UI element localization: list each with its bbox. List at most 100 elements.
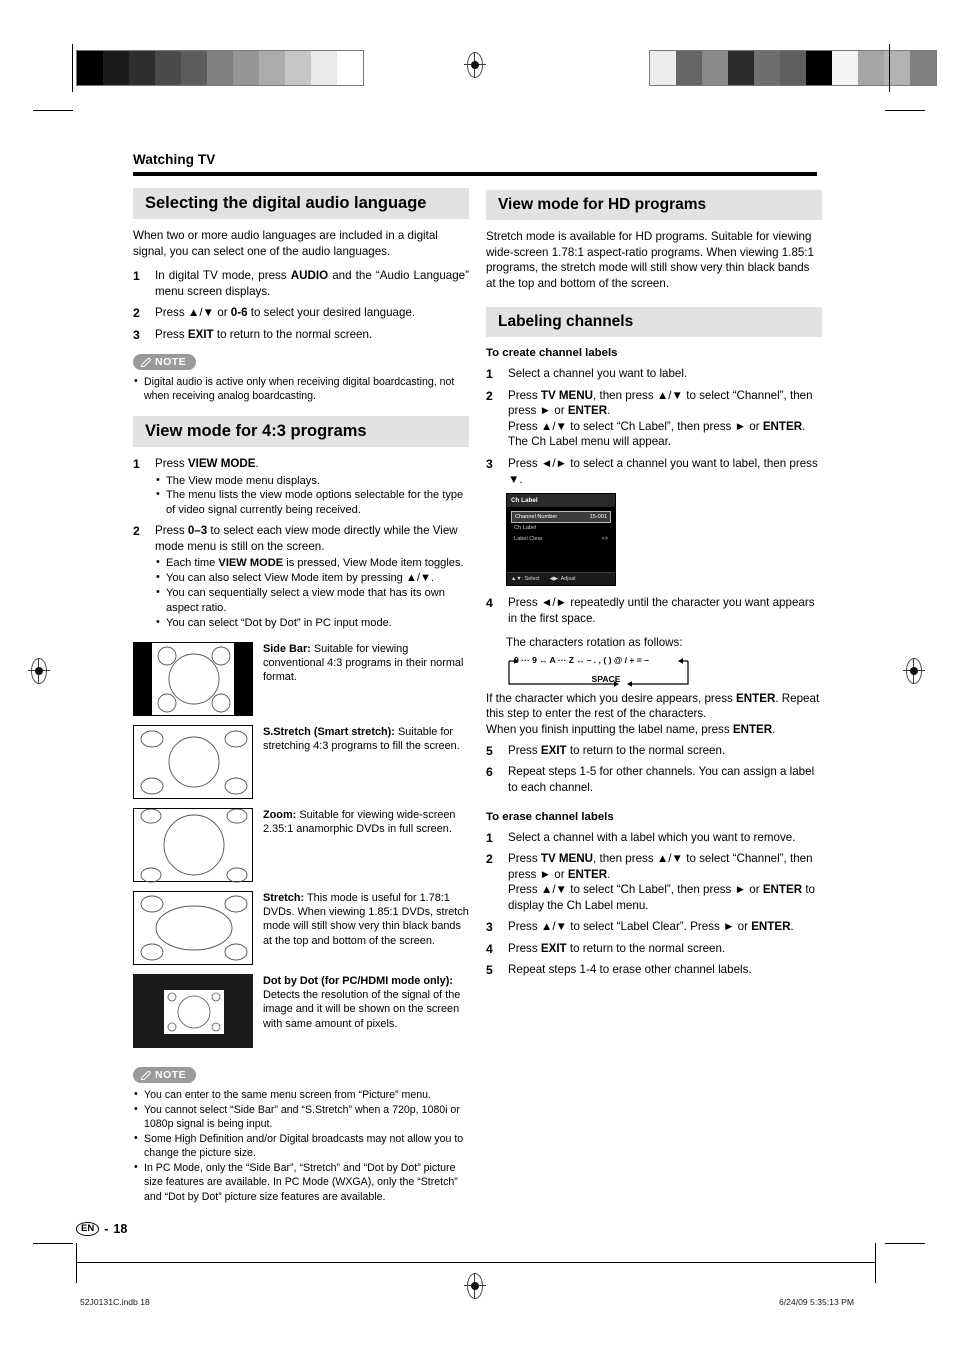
osd-spacer	[511, 544, 611, 570]
running-head-block: Watching TV	[133, 152, 817, 176]
osd-row-label: Ch Label	[514, 525, 537, 532]
figure-caption: Zoom: Suitable for viewing wide-screen 2…	[263, 808, 469, 882]
calibration-swatch	[207, 51, 233, 85]
audio-language-notes: Digital audio is active only when receiv…	[133, 374, 469, 403]
view-mode-notes: You can enter to the same menu screen fr…	[133, 1087, 469, 1204]
section-heading-audio-language: Selecting the digital audio language	[133, 188, 469, 220]
step-item: 1 In digital TV mode, press AUDIO and th…	[133, 268, 469, 299]
step-text: Press ▲/▼ to select “Label Clear”. Press…	[508, 920, 794, 934]
step-number: 4	[486, 941, 493, 956]
osd-row-value: 15-001	[589, 514, 607, 521]
header-rule	[133, 172, 817, 176]
create-label-steps-5-6: 5 Press EXIT to return to the normal scr…	[486, 743, 822, 796]
registration-target-top	[464, 52, 486, 78]
calibration-swatch	[233, 51, 259, 85]
note-item: You can enter to the same menu screen fr…	[133, 1087, 469, 1102]
osd-title: Ch Label	[507, 494, 615, 508]
step-item: 4 Press EXIT to return to the normal scr…	[486, 941, 822, 957]
step-number: 3	[486, 920, 493, 935]
view-mode-row-s-stretch: S.Stretch (Smart stretch): Suitable for …	[133, 725, 469, 799]
calibration-swatch	[285, 51, 311, 85]
step-text: Press ◄/► to select a channel you want t…	[508, 457, 818, 486]
osd-hint-adjust: ◀▶: Adjust	[550, 576, 576, 582]
crop-tick-left	[72, 44, 73, 92]
step-number: 3	[133, 327, 140, 342]
calibration-swatch	[129, 51, 155, 85]
calibration-swatch	[806, 51, 832, 85]
view-mode-steps: 1 Press VIEW MODE. The View mode menu di…	[133, 456, 469, 630]
step-item: 3 Press ▲/▼ to select “Label Clear”. Pre…	[486, 919, 822, 935]
step-item: 3 Press EXIT to return to the normal scr…	[133, 327, 469, 343]
figure-side-bar	[133, 642, 253, 716]
screen-illustration	[133, 642, 253, 716]
figure-caption: Stretch: This mode is useful for 1.78:1 …	[263, 891, 469, 965]
step-text: Repeat steps 1-5 for other channels. You…	[508, 765, 815, 794]
registration-target-bottom	[464, 1273, 486, 1299]
step-text: Select a channel you want to label.	[508, 367, 688, 381]
step-text: Press ◄/► repeatedly until the character…	[508, 596, 815, 625]
osd-row-label-clear[interactable]: Label Clear >>	[511, 534, 611, 544]
view-mode-row-dot-by-dot: Dot by Dot (for PC/HDMI mode only): Dete…	[133, 974, 469, 1048]
osd-row-label: Label Clear	[514, 535, 543, 542]
step-item: 1 Press VIEW MODE. The View mode menu di…	[133, 456, 469, 517]
step-text: Press TV MENU, then press ▲/▼ to select …	[508, 852, 815, 912]
leftright-arrow-icon: ◀▶	[549, 576, 558, 583]
footer-timestamp: 6/24/09 5:35:13 PM	[779, 1297, 855, 1307]
bullet-item: The menu lists the view mode options sel…	[155, 487, 469, 517]
figure-s-stretch	[133, 725, 253, 799]
subsection-title-create: To create channel labels	[486, 347, 618, 360]
step-text: In digital TV mode, press AUDIO and the …	[155, 269, 469, 298]
osd-row-ch-label[interactable]: Ch Label	[511, 523, 611, 533]
page-footer: EN - 18	[76, 1222, 127, 1236]
calibration-swatch	[884, 51, 910, 85]
figure-title: Zoom:	[263, 809, 297, 821]
figure-caption: Side Bar: Suitable for viewing conventio…	[263, 642, 469, 716]
crop-tick-right	[889, 44, 890, 92]
crop-mark-top-left	[33, 110, 73, 112]
step-number: 3	[486, 457, 493, 471]
osd-hint-text: : Adjust	[557, 576, 576, 583]
step-number: 1	[486, 830, 493, 845]
subsection-title-erase: To erase channel labels	[486, 810, 614, 823]
step-text: Press ▲/▼ or 0-6 to select your desired …	[155, 306, 416, 320]
calibration-swatch	[858, 51, 884, 85]
osd-row-value: >>	[601, 535, 608, 542]
figure-description: Detects the resolution of the signal of …	[263, 989, 461, 1030]
ch-label-osd: Ch Label Channel Number 15-001 Ch Label …	[506, 493, 616, 587]
calibration-swatch	[181, 51, 207, 85]
step-text: Press EXIT to return to the normal scree…	[508, 941, 726, 955]
footer-rule	[76, 1262, 876, 1263]
calibration-swatch	[754, 51, 780, 85]
osd-row-channel-number[interactable]: Channel Number 15-001	[511, 511, 611, 524]
after-rotation-text: If the character which you desire appear…	[486, 691, 820, 736]
calibration-bar-left	[76, 50, 364, 86]
figure-title: S.Stretch (Smart stretch):	[263, 726, 395, 738]
pencil-icon	[140, 1070, 151, 1080]
manual-page: Watching TV Selecting the digital audio …	[0, 0, 954, 1350]
bullet-item: You can select “Dot by Dot” in PC input …	[155, 615, 469, 630]
step-number: 5	[486, 743, 493, 758]
calibration-swatch	[702, 51, 728, 85]
page-number: 18	[113, 1222, 128, 1236]
registration-target-right	[903, 658, 925, 684]
calibration-bar-right	[649, 50, 937, 86]
section-heading-view-mode-hd: View mode for HD programs	[486, 190, 822, 221]
note-item: You cannot select “Side Bar” and “S.Stre…	[133, 1102, 469, 1131]
step-item: 2 Press TV MENU, then press ▲/▼ to selec…	[486, 388, 822, 450]
step-number: 2	[486, 388, 493, 403]
calibration-swatch	[832, 51, 858, 85]
calibration-swatch	[103, 51, 129, 85]
registration-target-left	[28, 658, 50, 684]
step-number: 4	[486, 596, 493, 611]
hd-programs-body: Stretch mode is available for HD program…	[486, 230, 815, 290]
crop-mark-bottom-right	[885, 1243, 925, 1245]
step-item: 4 Press ◄/► repeatedly until the charact…	[486, 595, 822, 626]
step-item: 5 Repeat steps 1-4 to erase other channe…	[486, 962, 822, 978]
step-text: Repeat steps 1-4 to erase other channel …	[508, 963, 752, 977]
audio-language-intro: When two or more audio languages are inc…	[133, 229, 438, 258]
step-text: Press TV MENU, then press ▲/▼ to select …	[508, 388, 813, 449]
screen-illustration	[133, 808, 253, 883]
osd-hint-text: : Select	[521, 576, 540, 583]
calibration-swatch	[676, 51, 702, 85]
step-number: 2	[133, 524, 140, 539]
